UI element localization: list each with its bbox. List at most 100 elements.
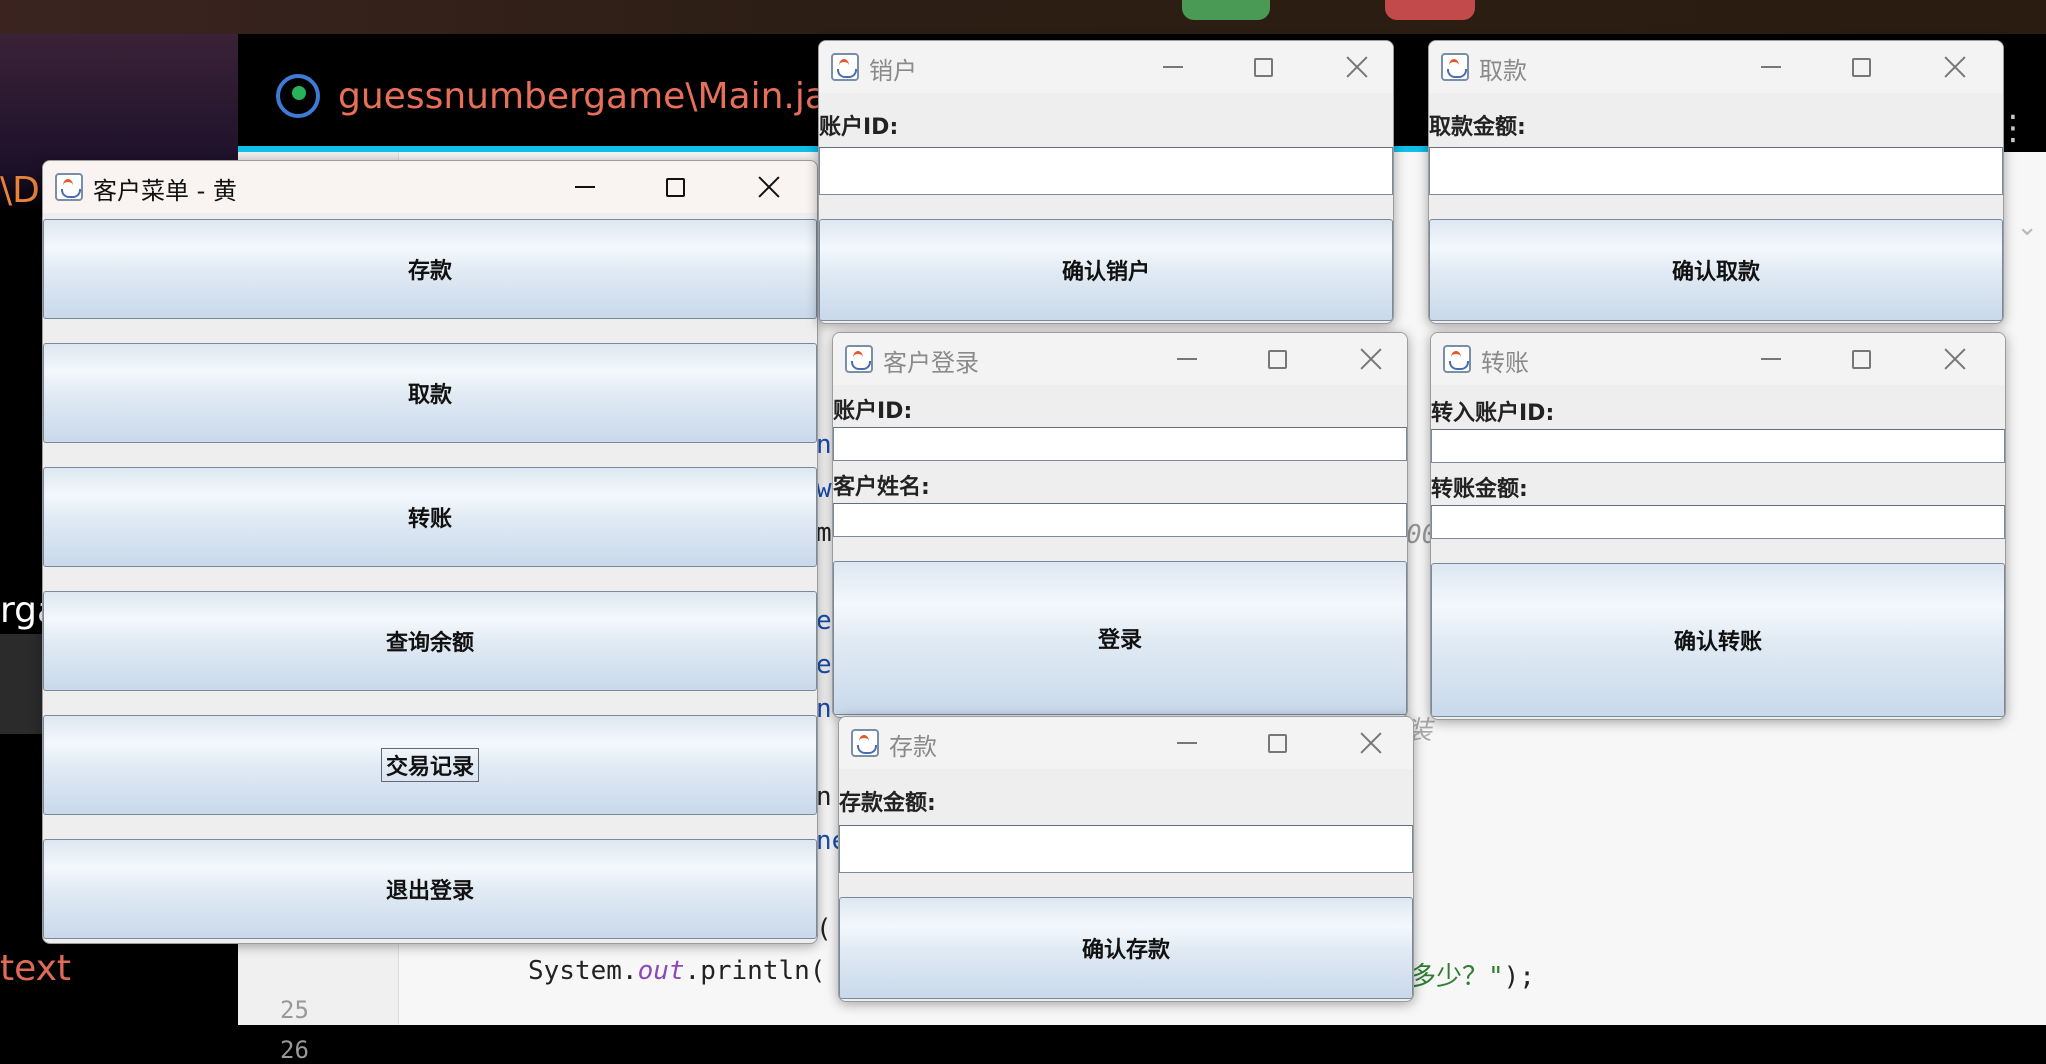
button-label: 取款 <box>407 382 452 408</box>
deposit-amount-input[interactable] <box>839 825 1413 873</box>
customer-menu-window: 客户菜单 - 黄 存款 取款 转账 查询余额 交易记录 退出登录 <box>42 160 818 944</box>
java-icon <box>1443 345 1471 373</box>
code-line-25-tail: 多少？"); <box>1410 956 1535 993</box>
withdraw-amount-input[interactable] <box>1429 147 2003 195</box>
close-icon[interactable] <box>1359 731 1383 755</box>
code-fragment: e <box>816 650 832 680</box>
code-fragment: m <box>816 518 832 548</box>
chevron-down-icon[interactable]: ⌄ <box>2016 212 2038 242</box>
transfer-menu-button[interactable]: 转账 <box>43 467 817 567</box>
transfer-amount-label: 转账金额: <box>1431 477 1528 502</box>
transfer-amount-input[interactable] <box>1431 505 2005 539</box>
window-title: 客户登录 <box>883 349 979 377</box>
target-account-input[interactable] <box>1431 429 2005 463</box>
account-id-label: 账户ID: <box>833 399 913 424</box>
minimize-icon[interactable] <box>1161 55 1185 79</box>
code-text: ); <box>1503 962 1535 992</box>
withdraw-window: 取款 取款金额: 确认取款 <box>1428 40 2004 324</box>
line-number: 26 <box>280 1036 309 1064</box>
java-icon <box>831 53 859 81</box>
window-titlebar[interactable]: 转账 <box>1431 333 2005 385</box>
line-number: 25 <box>280 996 309 1024</box>
customer-name-label: 客户姓名: <box>833 475 930 500</box>
button-label: 登录 <box>1097 627 1142 653</box>
left-fragment-bottom: text <box>0 948 72 989</box>
minimize-icon[interactable] <box>1175 347 1199 371</box>
confirm-deposit-button[interactable]: 确认存款 <box>839 897 1413 999</box>
button-label: 确认销户 <box>1061 259 1150 285</box>
account-id-input[interactable] <box>833 427 1407 461</box>
minimize-icon[interactable] <box>1175 731 1199 755</box>
window-title: 取款 <box>1479 57 1527 85</box>
confirm-withdraw-button[interactable]: 确认取款 <box>1429 219 2003 321</box>
button-label: 确认取款 <box>1671 259 1760 285</box>
button-label: 退出登录 <box>385 878 474 904</box>
maximize-icon[interactable] <box>1849 55 1873 79</box>
window-titlebar[interactable]: 取款 <box>1429 41 2003 93</box>
close-icon[interactable] <box>1345 55 1369 79</box>
java-icon <box>55 173 83 201</box>
window-titlebar[interactable]: 存款 <box>839 717 1413 769</box>
account-id-label: 账户ID: <box>819 115 899 140</box>
login-button[interactable]: 登录 <box>833 561 1407 715</box>
minimize-icon[interactable] <box>1759 55 1783 79</box>
balance-query-menu-button[interactable]: 查询余额 <box>43 591 817 691</box>
ide-tab-title[interactable]: guessnumbergame\Main.jav <box>338 76 848 117</box>
close-icon[interactable] <box>1359 347 1383 371</box>
maximize-icon[interactable] <box>1251 55 1275 79</box>
target-account-label: 转入账户ID: <box>1431 401 1555 426</box>
minimize-icon[interactable] <box>573 175 597 199</box>
button-label: 确认转账 <box>1673 629 1762 655</box>
deposit-menu-button[interactable]: 存款 <box>43 219 817 319</box>
code-fragment: ( <box>816 914 832 944</box>
deposit-window: 存款 存款金额: 确认存款 <box>838 716 1414 1002</box>
account-id-input[interactable] <box>819 147 1393 195</box>
code-keyword: out <box>637 956 685 986</box>
maximize-icon[interactable] <box>1265 347 1289 371</box>
deposit-amount-label: 存款金额: <box>839 791 936 816</box>
window-titlebar[interactable]: 客户登录 <box>833 333 1407 385</box>
left-fragment-top: \D <box>0 170 40 211</box>
logout-menu-button[interactable]: 退出登录 <box>43 839 817 939</box>
withdraw-menu-button[interactable]: 取款 <box>43 343 817 443</box>
code-fragment: w <box>816 474 832 504</box>
minimize-icon[interactable] <box>1759 347 1783 371</box>
java-icon <box>845 345 873 373</box>
close-account-window: 销户 账户ID: 确认销户 <box>818 40 1394 324</box>
button-label: 转账 <box>407 506 452 532</box>
desktop-top-bar <box>0 0 2046 36</box>
close-icon[interactable] <box>1943 347 1967 371</box>
confirm-transfer-button[interactable]: 确认转账 <box>1431 563 2005 717</box>
code-text: .println( <box>684 956 826 986</box>
green-tab-indicator <box>1182 0 1270 20</box>
code-fragment: n <box>816 782 832 812</box>
close-icon[interactable] <box>1943 55 1967 79</box>
window-title: 存款 <box>889 733 937 761</box>
java-icon <box>1441 53 1469 81</box>
code-fragment: n <box>816 430 832 460</box>
maximize-icon[interactable] <box>1265 731 1289 755</box>
code-string: 多少？" <box>1410 962 1504 992</box>
window-title: 客户菜单 - 黄 <box>93 177 237 205</box>
window-titlebar[interactable]: 销户 <box>819 41 1393 93</box>
code-line-25: System.out.println( <box>528 956 825 986</box>
maximize-icon[interactable] <box>1849 347 1873 371</box>
button-label: 存款 <box>407 258 452 284</box>
close-icon[interactable] <box>757 175 781 199</box>
window-titlebar[interactable]: 客户菜单 - 黄 <box>43 161 817 213</box>
maximize-icon[interactable] <box>663 175 687 199</box>
withdraw-amount-label: 取款金额: <box>1429 115 1526 140</box>
window-title: 销户 <box>869 57 917 85</box>
transfer-window: 转账 转入账户ID: 转账金额: 确认转账 <box>1430 332 2006 720</box>
ide-logo-icon <box>276 74 320 118</box>
button-label: 交易记录 <box>380 748 479 782</box>
button-label: 查询余额 <box>385 630 474 656</box>
button-label: 确认存款 <box>1081 937 1170 963</box>
confirm-close-account-button[interactable]: 确认销户 <box>819 219 1393 321</box>
code-text: System. <box>528 956 638 986</box>
window-title: 转账 <box>1481 349 1529 377</box>
customer-name-input[interactable] <box>833 503 1407 537</box>
transaction-history-menu-button[interactable]: 交易记录 <box>43 715 817 815</box>
code-fragment: e <box>816 606 832 636</box>
java-icon <box>851 729 879 757</box>
